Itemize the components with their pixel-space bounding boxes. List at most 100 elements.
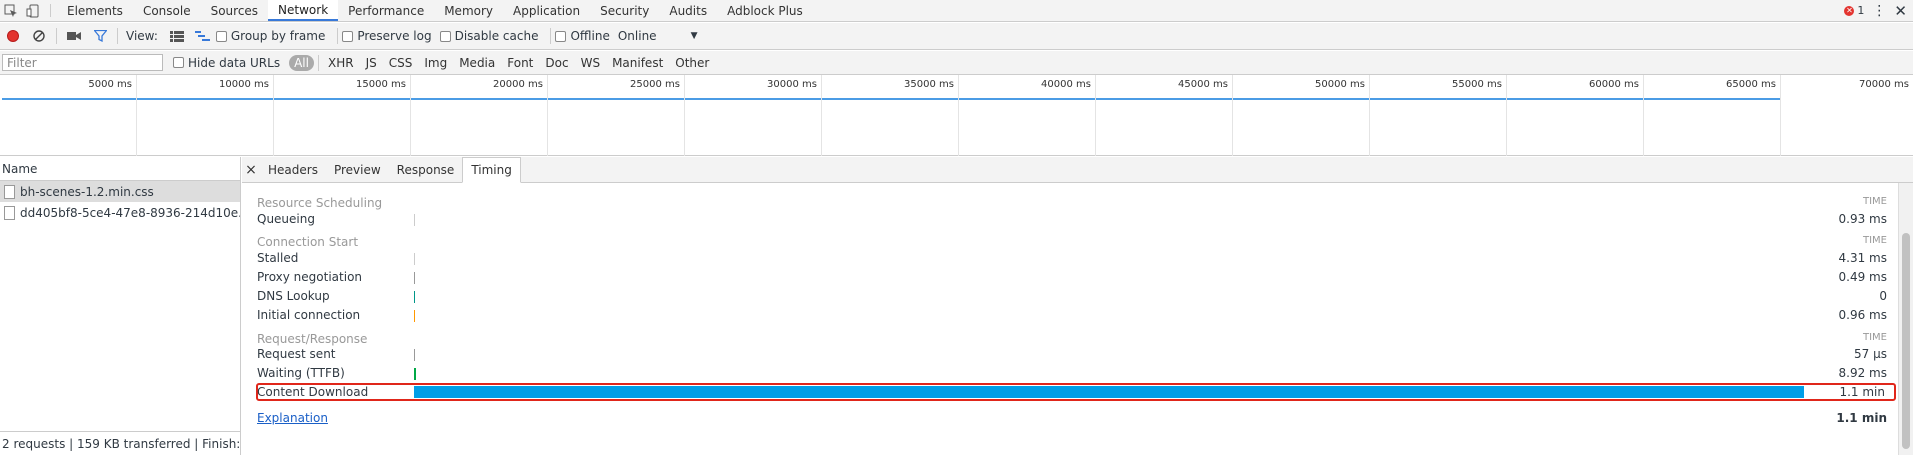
section-header-row: Connection Start TIME	[242, 235, 1898, 251]
toolbar-divider	[117, 28, 118, 44]
scrollbar-thumb[interactable]	[1902, 233, 1910, 449]
filter-xhr[interactable]: XHR	[323, 55, 359, 71]
overview-gridline	[1643, 75, 1644, 156]
total-time: 1.1 min	[1836, 411, 1887, 425]
tab-elements[interactable]: Elements	[57, 0, 133, 21]
overview-tick-label: 45000 ms	[1178, 79, 1228, 90]
overview-tick-label: 65000 ms	[1726, 79, 1776, 90]
tab-headers[interactable]: Headers	[260, 157, 326, 182]
tab-audits[interactable]: Audits	[659, 0, 717, 21]
error-counter[interactable]: ✕ 1	[1844, 4, 1864, 17]
checkbox-icon	[342, 30, 354, 42]
tab-response[interactable]: Response	[389, 157, 463, 182]
filter-ws[interactable]: WS	[576, 55, 605, 71]
tab-console[interactable]: Console	[133, 0, 201, 21]
timing-row-proxy: Proxy negotiation 0.49 ms	[242, 270, 1898, 286]
offline-checkbox[interactable]: Offline	[555, 29, 610, 43]
timing-label: DNS Lookup	[257, 289, 330, 303]
request-row[interactable]: dd405bf8-5ce4-47e8-8936-214d10e...	[0, 202, 240, 223]
view-label: View:	[126, 29, 158, 43]
request-name: bh-scenes-1.2.min.css	[20, 184, 154, 199]
network-overview-timeline[interactable]: 5000 ms 10000 ms 15000 ms 20000 ms 25000 ms 3…	[0, 75, 1913, 156]
request-detail-pane: × Headers Preview Response Timing Resour…	[242, 157, 1913, 455]
tab-security[interactable]: Security	[590, 0, 659, 21]
tab-sources[interactable]: Sources	[201, 0, 268, 21]
filter-manifest[interactable]: Manifest	[607, 55, 668, 71]
tab-network[interactable]: Network	[268, 0, 339, 21]
capture-screenshots-button[interactable]	[61, 24, 87, 48]
filter-font[interactable]: Font	[502, 55, 538, 71]
close-detail-icon[interactable]: ×	[242, 157, 260, 182]
error-icon: ✕	[1844, 5, 1855, 16]
tab-timing[interactable]: Timing	[462, 157, 521, 183]
preserve-log-checkbox[interactable]: Preserve log	[342, 29, 432, 43]
timing-label: Waiting (TTFB)	[257, 366, 345, 380]
overview-gridline	[136, 75, 137, 156]
tab-adblock-plus[interactable]: Adblock Plus	[717, 0, 813, 21]
toolbar-divider	[50, 4, 51, 17]
hide-data-urls-label: Hide data URLs	[188, 55, 281, 70]
timing-label: Request sent	[257, 347, 336, 361]
timing-panel: Resource Scheduling TIME Queueing 0.93 m…	[242, 183, 1898, 455]
overview-tick-label: 15000 ms	[356, 79, 406, 90]
overview-tick-label: 20000 ms	[493, 79, 543, 90]
overview-gridline	[1095, 75, 1096, 156]
time-column-header: TIME	[1862, 332, 1887, 343]
checkbox-icon	[555, 30, 567, 42]
filter-all[interactable]: All	[289, 54, 314, 71]
overview-gridline	[1506, 75, 1507, 156]
timing-value: 0.49 ms	[1838, 270, 1887, 284]
explanation-link[interactable]: Explanation	[257, 411, 328, 425]
clear-icon	[33, 30, 45, 42]
filter-doc[interactable]: Doc	[540, 55, 573, 71]
filter-img[interactable]: Img	[419, 55, 452, 71]
timing-row-queueing: Queueing 0.93 ms	[242, 212, 1898, 228]
timing-scrollbar[interactable]	[1898, 183, 1913, 455]
timing-row-request-sent: Request sent 57 µs	[242, 347, 1898, 363]
file-icon	[4, 184, 15, 199]
preserve-log-label: Preserve log	[357, 29, 432, 43]
tab-memory[interactable]: Memory	[434, 0, 503, 21]
tab-application[interactable]: Application	[503, 0, 590, 21]
network-summary: 2 requests | 159 KB transferred | Finish…	[0, 431, 240, 455]
timing-row-initial-connection: Initial connection 0.96 ms	[242, 308, 1898, 324]
timing-row-waiting: Waiting (TTFB) 8.92 ms	[242, 366, 1898, 382]
close-devtools-icon[interactable]: ✕	[1894, 2, 1907, 20]
overview-gridline	[547, 75, 548, 156]
waiting-bar	[414, 368, 416, 380]
inspect-element-icon[interactable]	[0, 0, 22, 21]
device-toolbar-icon[interactable]	[22, 0, 44, 21]
clear-button[interactable]	[26, 24, 52, 48]
overview-gridline	[821, 75, 822, 156]
filter-js[interactable]: JS	[361, 55, 382, 71]
overview-gridline	[684, 75, 685, 156]
timing-label: Content Download	[257, 385, 369, 399]
request-sent-bar	[414, 349, 415, 361]
hide-data-urls-checkbox[interactable]: Hide data URLs	[173, 56, 280, 70]
group-by-frame-checkbox[interactable]: Group by frame	[215, 29, 325, 43]
large-rows-button[interactable]	[164, 24, 190, 48]
overview-tick-label: 40000 ms	[1041, 79, 1091, 90]
filter-input[interactable]	[2, 54, 163, 71]
filter-toggle-button[interactable]	[87, 24, 113, 48]
name-column-header[interactable]: Name	[0, 157, 240, 181]
filter-css[interactable]: CSS	[384, 55, 418, 71]
tab-preview[interactable]: Preview	[326, 157, 389, 182]
overview-tick-label: 10000 ms	[219, 79, 269, 90]
filter-media[interactable]: Media	[454, 55, 500, 71]
request-row[interactable]: bh-scenes-1.2.min.css	[0, 181, 240, 202]
disable-cache-checkbox[interactable]: Disable cache	[439, 29, 538, 43]
record-button[interactable]	[0, 24, 26, 48]
throttling-select[interactable]: Online ▼	[618, 29, 698, 43]
tab-performance[interactable]: Performance	[338, 0, 434, 21]
overview-toggle-button[interactable]	[190, 24, 216, 48]
more-menu-icon[interactable]: ⋮	[1872, 3, 1886, 19]
overview-tick-label: 25000 ms	[630, 79, 680, 90]
timing-row-stalled: Stalled 4.31 ms	[242, 251, 1898, 267]
toolbar-divider	[337, 28, 339, 44]
section-request-response: Request/Response	[257, 332, 368, 346]
filter-other[interactable]: Other	[670, 55, 714, 71]
video-camera-icon	[67, 32, 81, 40]
overview-gridline	[1780, 75, 1781, 156]
toolbar-divider	[317, 54, 319, 71]
